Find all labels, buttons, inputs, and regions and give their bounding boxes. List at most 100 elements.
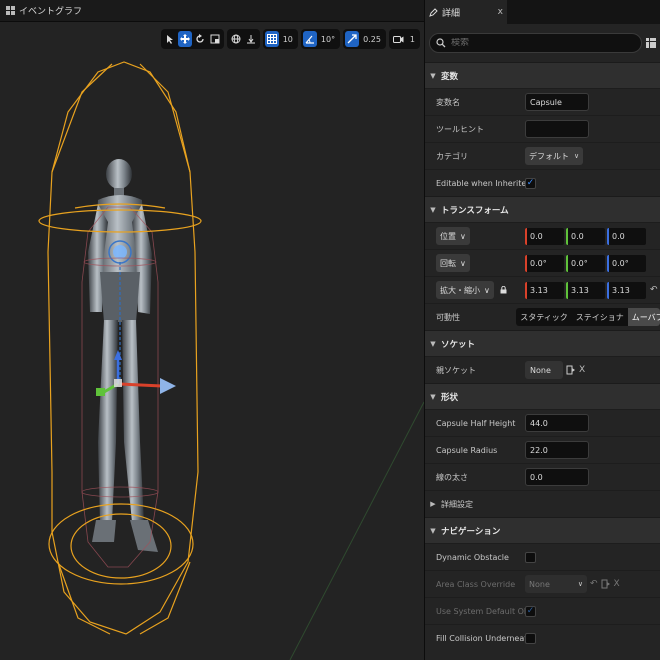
surface-snap-button[interactable] xyxy=(244,31,258,47)
scale-icon xyxy=(210,34,220,44)
transform-mode-group xyxy=(160,29,224,49)
section-socket[interactable]: ▼ ソケット xyxy=(425,330,660,356)
clear-socket-icon[interactable]: X xyxy=(579,365,585,375)
dynamic-obstacle-label: Dynamic Obstacle xyxy=(436,552,509,562)
variable-name-input[interactable]: Capsule xyxy=(525,93,589,111)
area-class-dropdown[interactable]: None ∨ xyxy=(525,575,587,593)
rotation-snap-toggle[interactable] xyxy=(302,31,317,47)
scale-snap-group: 0.25 xyxy=(343,29,386,49)
rotation-label: 回転 xyxy=(440,258,456,268)
scale-mode-button[interactable] xyxy=(208,31,222,47)
advanced-label: 詳細設定 xyxy=(441,499,473,509)
select-mode-button[interactable] xyxy=(163,31,177,47)
section-variables[interactable]: ▼ 変数 xyxy=(425,62,660,88)
mannequin-mesh[interactable] xyxy=(88,159,158,552)
section-variables-label: 変数 xyxy=(441,71,459,82)
location-x-field[interactable]: 0.0 xyxy=(525,227,564,245)
grid-snap-value[interactable]: 10 xyxy=(280,35,296,44)
scale-z-field[interactable]: 3.13 xyxy=(607,281,646,299)
rotation-z-field[interactable]: 0.0° xyxy=(607,254,646,272)
grid-line xyxy=(289,401,424,660)
capsule-radius-label: Capsule Radius xyxy=(436,445,498,455)
3d-viewport[interactable]: 10 10° 0.25 1 xyxy=(0,22,424,660)
details-tab-bar: 詳細 x xyxy=(425,0,660,24)
scale-y-field[interactable]: 3.13 xyxy=(566,281,605,299)
scale-snap-value[interactable]: 0.25 xyxy=(360,35,384,44)
scale-label: 拡大・縮小 xyxy=(440,285,480,295)
mobility-movable-option[interactable]: ムーバブル xyxy=(627,308,660,326)
rotation-snap-value[interactable]: 10° xyxy=(318,35,338,44)
capsule-half-height-input[interactable]: 44.0 xyxy=(525,414,589,432)
scale-row: 拡大・縮小 ∨ 3.13 3.13 3.13 ↶ xyxy=(425,276,660,303)
coordinate-group xyxy=(226,29,260,49)
dynamic-obstacle-row: Dynamic Obstacle xyxy=(425,543,660,570)
details-tab[interactable]: 詳細 x xyxy=(425,0,507,24)
section-navigation[interactable]: ▼ ナビゲーション xyxy=(425,517,660,543)
chevron-down-icon: ∨ xyxy=(460,258,466,268)
lock-icon[interactable] xyxy=(500,285,507,294)
tooltip-label: ツールヒント xyxy=(436,124,484,134)
scale-x-field[interactable]: 3.13 xyxy=(525,281,564,299)
section-transform-label: トランスフォーム xyxy=(441,205,509,216)
capsule-half-height-row: Capsule Half Height 44.0 xyxy=(425,409,660,436)
category-dropdown[interactable]: デフォルト ∨ xyxy=(525,147,584,165)
section-shape[interactable]: ▼ 形状 xyxy=(425,383,660,409)
category-value: デフォルト xyxy=(529,151,569,161)
category-label: カテゴリ xyxy=(436,151,468,161)
mobility-stationary-option[interactable]: ステイショナ xyxy=(572,308,628,326)
search-input[interactable] xyxy=(451,38,601,48)
line-thickness-row: 線の太さ 0.0 xyxy=(425,463,660,490)
rotate-mode-button[interactable] xyxy=(193,31,207,47)
reset-arrow-icon[interactable]: ↶ xyxy=(650,285,658,295)
surface-snap-icon xyxy=(246,35,255,44)
camera-speed-value[interactable]: 1 xyxy=(407,35,418,44)
rotate-icon xyxy=(196,34,204,43)
scale-dropdown[interactable]: 拡大・縮小 ∨ xyxy=(436,281,494,299)
chevron-down-icon: ∨ xyxy=(484,285,490,295)
pencil-icon xyxy=(429,7,438,17)
rotation-dropdown[interactable]: 回転 ∨ xyxy=(436,254,470,272)
use-system-default-checkbox[interactable]: ✓ xyxy=(525,605,536,617)
tooltip-input[interactable] xyxy=(525,120,589,138)
location-z-field[interactable]: 0.0 xyxy=(607,227,646,245)
mobility-static-option[interactable]: スタティック xyxy=(516,308,572,326)
fill-collision-checkbox[interactable] xyxy=(525,632,536,644)
scale-snap-toggle[interactable] xyxy=(345,31,360,47)
search-row xyxy=(425,24,660,62)
gizmo-x-axis[interactable] xyxy=(119,382,163,388)
section-transform[interactable]: ▼ トランスフォーム xyxy=(425,196,660,222)
line-thickness-label: 線の太さ xyxy=(436,472,468,482)
browse-socket-icon[interactable] xyxy=(566,365,576,375)
capsule-half-height-label: Capsule Half Height xyxy=(436,418,516,428)
rotation-x-field[interactable]: 0.0° xyxy=(525,254,564,272)
chevron-down-icon: ∨ xyxy=(574,152,580,160)
dynamic-obstacle-checkbox[interactable] xyxy=(525,551,536,563)
world-space-button[interactable] xyxy=(229,31,243,47)
parent-socket-value[interactable]: None xyxy=(525,361,563,379)
angle-icon xyxy=(305,35,314,44)
line-thickness-input[interactable]: 0.0 xyxy=(525,468,589,486)
browse-class-icon[interactable] xyxy=(601,579,611,589)
reset-arrow-icon[interactable]: ↶ xyxy=(590,579,598,589)
location-y-field[interactable]: 0.0 xyxy=(566,227,605,245)
rotation-label-cell: 回転 ∨ xyxy=(425,254,525,272)
translate-mode-button[interactable] xyxy=(177,31,192,47)
grid-snap-toggle[interactable] xyxy=(264,31,279,47)
advanced-row[interactable]: ▶ 詳細設定 xyxy=(425,490,660,517)
rotation-y-field[interactable]: 0.0° xyxy=(566,254,605,272)
event-graph-tab[interactable]: イベントグラフ xyxy=(0,0,424,22)
editable-checkbox[interactable]: ✓ xyxy=(525,177,536,189)
property-matrix-icon[interactable] xyxy=(646,38,656,48)
camera-speed-button[interactable] xyxy=(391,31,406,47)
advanced-toggle[interactable]: ▶ 詳細設定 xyxy=(425,499,473,510)
close-icon[interactable]: x xyxy=(498,7,503,17)
event-graph-tab-label: イベントグラフ xyxy=(19,7,83,17)
expand-arrow-icon: ▼ xyxy=(430,71,436,80)
capsule-radius-input[interactable]: 22.0 xyxy=(525,441,589,459)
variable-name-label: 変数名 xyxy=(436,97,460,107)
grid-icon xyxy=(266,34,277,44)
location-dropdown[interactable]: 位置 ∨ xyxy=(436,227,470,245)
clear-class-icon[interactable]: X xyxy=(614,579,620,589)
tooltip-row: ツールヒント xyxy=(425,115,660,142)
section-socket-label: ソケット xyxy=(441,339,476,350)
